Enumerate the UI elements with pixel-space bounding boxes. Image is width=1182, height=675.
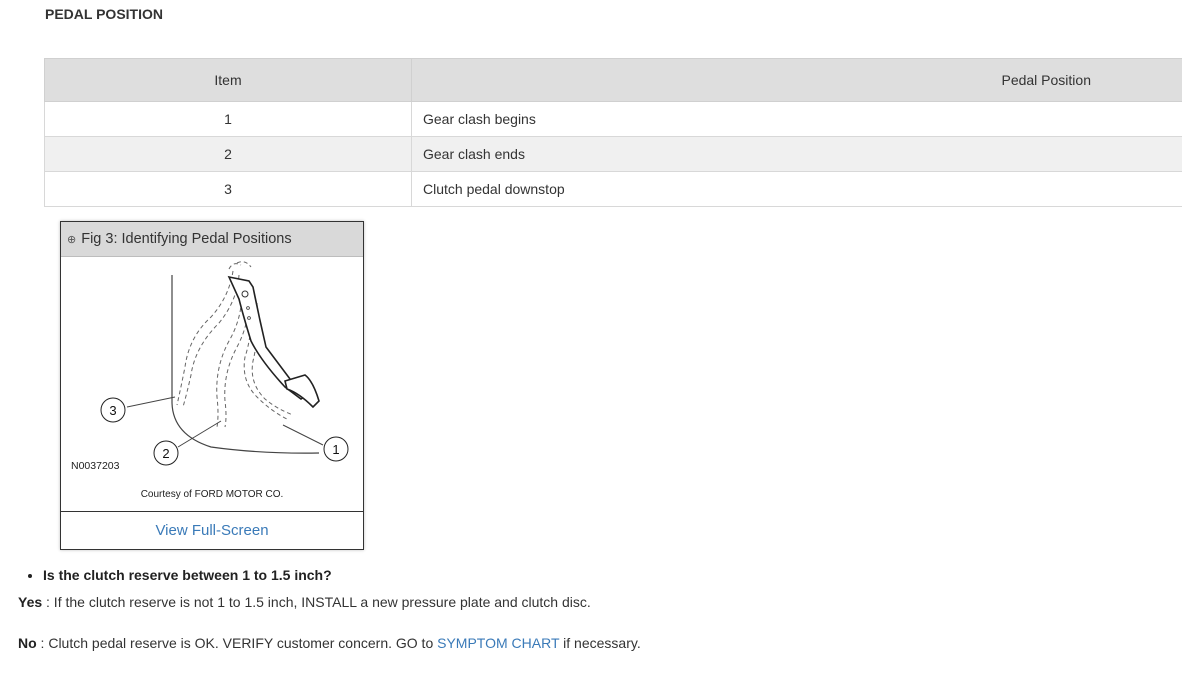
- question-item: Is the clutch reserve between 1 to 1.5 i…: [43, 567, 332, 583]
- table-row: 1 Gear clash begins: [44, 101, 1182, 137]
- figure-title: Fig 3: Identifying Pedal Positions: [81, 231, 292, 247]
- pedal-position-table: Item Pedal Position 1 Gear clash begins …: [44, 58, 1182, 207]
- answer-no-text: : Clutch pedal reserve is OK. VERIFY cus…: [36, 635, 438, 651]
- symptom-chart-link[interactable]: SYMPTOM CHART: [437, 635, 559, 651]
- answer-no-label: No: [18, 635, 37, 651]
- zoom-icon[interactable]: ⊕: [67, 233, 76, 246]
- item-cell: 3: [44, 171, 412, 207]
- answer-yes-label: Yes: [18, 594, 43, 610]
- view-full-screen-button[interactable]: View Full-Screen: [61, 511, 363, 549]
- callout-3-label: 3: [109, 403, 116, 418]
- table-row: 2 Gear clash ends: [44, 136, 1182, 172]
- pedal-position-cell: Gear clash ends: [411, 136, 1182, 172]
- pedal-position-cell: Gear clash begins: [411, 101, 1182, 137]
- callout-1-label: 1: [332, 442, 339, 457]
- figure-header[interactable]: ⊕ Fig 3: Identifying Pedal Positions: [61, 222, 363, 257]
- table-header-row: Item Pedal Position: [44, 58, 1182, 102]
- item-cell: 1: [44, 101, 412, 137]
- table-row: 3 Clutch pedal downstop: [44, 171, 1182, 207]
- item-cell: 2: [44, 136, 412, 172]
- figure-code: N0037203: [71, 460, 120, 472]
- column-header-item: Item: [44, 58, 412, 102]
- answer-yes-text: : If the clutch reserve is not 1 to 1.5 …: [42, 594, 591, 610]
- callout-2-label: 2: [162, 446, 169, 461]
- pedal-positions-illustration[interactable]: 3 2 1: [61, 257, 363, 511]
- answer-no: No : Clutch pedal reserve is OK. VERIFY …: [18, 635, 641, 651]
- figure-card: ⊕ Fig 3: Identifying Pedal Positions 3 2…: [60, 221, 364, 550]
- figure-credit: Courtesy of FORD MOTOR CO.: [140, 489, 284, 500]
- section-title: PEDAL POSITION: [45, 6, 163, 22]
- column-header-pedal-position: Pedal Position: [411, 58, 1182, 102]
- pedal-position-cell: Clutch pedal downstop: [411, 171, 1182, 207]
- answer-yes: Yes : If the clutch reserve is not 1 to …: [18, 594, 591, 610]
- question-list: Is the clutch reserve between 1 to 1.5 i…: [26, 567, 332, 583]
- answer-no-suffix: if necessary.: [559, 635, 641, 651]
